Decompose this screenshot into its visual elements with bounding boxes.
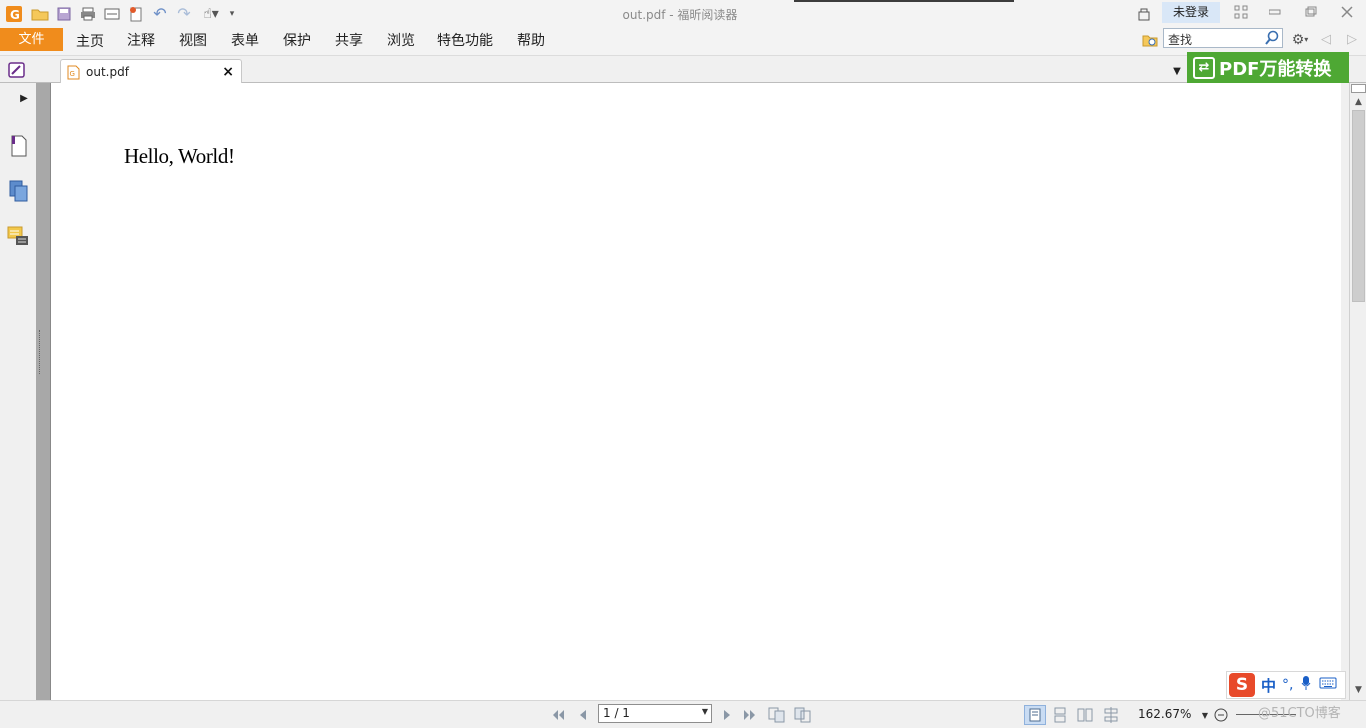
search-next-icon[interactable]: ▷: [1344, 30, 1360, 49]
search-input-value: 查找: [1168, 33, 1193, 47]
pdf-file-icon: G: [67, 65, 80, 84]
title-bar: G ↶ ↷ ☝▾ ▾ out.pdf - 福昕阅读器 未登录: [0, 0, 1366, 27]
search-icon[interactable]: [1264, 30, 1280, 49]
scroll-down-arrow-icon[interactable]: ▼: [1350, 683, 1366, 697]
next-view-icon[interactable]: [793, 706, 813, 724]
menu-share[interactable]: 共享: [335, 30, 363, 50]
first-page-icon[interactable]: [550, 706, 566, 724]
menu-protect[interactable]: 保护: [283, 30, 311, 50]
svg-text:G: G: [10, 8, 20, 22]
search-input[interactable]: 查找: [1163, 28, 1283, 48]
title-accent-strip: [794, 0, 1014, 2]
close-window-icon[interactable]: [1332, 3, 1362, 21]
microphone-icon[interactable]: [1301, 675, 1311, 695]
expand-panel-arrow-icon[interactable]: ▶: [19, 89, 29, 108]
tab-out-pdf[interactable]: G out.pdf ×: [60, 59, 242, 84]
previous-page-icon[interactable]: [576, 706, 590, 724]
page-number-value: 1 / 1: [603, 706, 630, 720]
watermark-text: @51CTO博客: [1258, 706, 1341, 721]
scrollbar-thumb[interactable]: [1352, 110, 1365, 302]
scan-icon[interactable]: [102, 4, 122, 23]
single-page-view-icon[interactable]: [1024, 705, 1046, 725]
panel-splitter[interactable]: [36, 83, 50, 700]
page-thumbnails-icon[interactable]: [8, 179, 30, 203]
restore-icon[interactable]: [1296, 3, 1326, 21]
redo-icon[interactable]: ↷: [174, 4, 194, 23]
menu-features[interactable]: 特色功能: [437, 30, 493, 50]
fullscreen-icon[interactable]: [1226, 3, 1256, 21]
close-tab-icon[interactable]: ×: [222, 64, 234, 80]
pdf-convert-banner[interactable]: ⇄ PDF万能转换: [1187, 52, 1349, 83]
ime-toolbar[interactable]: S 中 °,: [1226, 671, 1346, 699]
page-dropdown-icon[interactable]: ▼: [702, 707, 708, 716]
menu-browse[interactable]: 浏览: [387, 30, 415, 50]
scroll-up-arrow-icon[interactable]: ▲: [1350, 95, 1366, 109]
open-folder-icon[interactable]: [30, 4, 50, 23]
tab-label: out.pdf: [86, 65, 129, 79]
status-bar: 1 / 1 ▼ 162.67% ▼: [0, 700, 1366, 728]
search-prev-icon[interactable]: ◁: [1318, 30, 1334, 49]
zoom-out-icon[interactable]: [1213, 706, 1229, 724]
menu-help[interactable]: 帮助: [517, 30, 545, 50]
continuous-facing-view-icon[interactable]: [1101, 706, 1121, 724]
print-icon[interactable]: [78, 4, 98, 23]
sogou-logo-icon[interactable]: S: [1229, 673, 1255, 697]
menu-home[interactable]: 主页: [76, 31, 104, 51]
minimize-icon[interactable]: [1260, 3, 1290, 21]
continuous-view-icon[interactable]: [1050, 706, 1070, 724]
menu-view[interactable]: 视图: [179, 30, 207, 50]
window-title: out.pdf - 福昕阅读器: [622, 8, 738, 22]
sign-pdf-icon[interactable]: [6, 60, 28, 79]
tab-list-dropdown-icon[interactable]: ▼: [1170, 62, 1184, 81]
zoom-dropdown-icon[interactable]: ▼: [1200, 706, 1210, 724]
zoom-level[interactable]: 162.67%: [1138, 707, 1191, 721]
previous-view-icon[interactable]: [767, 706, 787, 724]
splitter-grip[interactable]: [39, 330, 42, 374]
customize-quick-access-icon[interactable]: ▾: [226, 4, 238, 23]
foxit-logo-icon[interactable]: G: [5, 4, 23, 23]
last-page-icon[interactable]: [742, 706, 758, 724]
file-menu-button[interactable]: 文件: [0, 28, 63, 51]
ime-punctuation-mode[interactable]: °,: [1282, 677, 1293, 693]
settings-gear-icon[interactable]: ⚙ ▾: [1287, 30, 1313, 49]
navigation-side-panel: ▶: [0, 83, 36, 700]
skin-icon[interactable]: [1134, 4, 1154, 23]
bookmarks-panel-icon[interactable]: [8, 134, 30, 158]
save-icon[interactable]: [54, 4, 74, 23]
document-text: Hello, World!: [124, 144, 235, 168]
keyboard-icon[interactable]: [1319, 676, 1337, 694]
convert-icon: ⇄: [1193, 56, 1215, 79]
split-view-handle[interactable]: [1351, 84, 1366, 93]
svg-text:G: G: [70, 70, 75, 78]
pdf-page-view[interactable]: Hello, World!: [50, 83, 1341, 700]
convert-banner-label: PDF万能转换: [1219, 58, 1332, 80]
next-page-icon[interactable]: [720, 706, 734, 724]
vertical-scrollbar[interactable]: ▲ ▼: [1349, 83, 1366, 700]
document-tab-bar: G out.pdf × ▼: [0, 56, 1366, 84]
find-folder-icon[interactable]: [1141, 30, 1159, 49]
ribbon-menu-bar: 文件 主页 注释 视图 表单 保护 共享 浏览 特色功能 帮助 查找 ⚙ ▾ ◁ …: [0, 27, 1366, 56]
ime-chinese-mode[interactable]: 中: [1261, 675, 1276, 696]
comments-panel-icon[interactable]: [6, 225, 30, 249]
undo-icon[interactable]: ↶: [150, 4, 170, 23]
login-status-button[interactable]: 未登录: [1162, 2, 1220, 23]
new-document-icon[interactable]: [126, 4, 146, 23]
menu-comment[interactable]: 注释: [127, 30, 155, 50]
page-number-field[interactable]: 1 / 1 ▼: [598, 704, 712, 723]
menu-form[interactable]: 表单: [231, 30, 259, 50]
hand-tool-icon[interactable]: ☝▾: [198, 4, 224, 23]
facing-view-icon[interactable]: [1075, 706, 1095, 724]
